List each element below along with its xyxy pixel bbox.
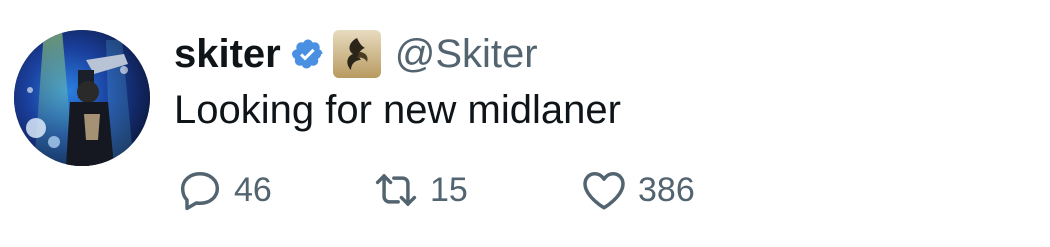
verified-badge-icon [291, 37, 325, 71]
reply-button[interactable]: 46 [174, 164, 272, 216]
display-name[interactable]: skiter [174, 32, 281, 77]
retweet-button[interactable]: 15 [370, 164, 468, 216]
avatar-image [14, 30, 150, 166]
tweet-text: Looking for new midlaner [174, 88, 621, 132]
retweet-icon [370, 164, 422, 216]
affiliate-logo-icon[interactable] [332, 30, 381, 78]
reply-count: 46 [234, 170, 272, 209]
author-handle[interactable]: @Skiter [395, 32, 538, 77]
reply-icon [174, 164, 226, 216]
tweet-card[interactable]: skiter @Skiter Looking for new midlaner … [0, 0, 1050, 247]
like-button[interactable]: 386 [578, 164, 695, 216]
tweet-actions: 46 15 386 [174, 164, 734, 216]
heart-icon [578, 164, 630, 216]
tweet-header: skiter @Skiter [174, 24, 538, 84]
avatar[interactable] [14, 30, 150, 166]
retweet-count: 15 [430, 170, 468, 209]
like-count: 386 [638, 170, 695, 209]
